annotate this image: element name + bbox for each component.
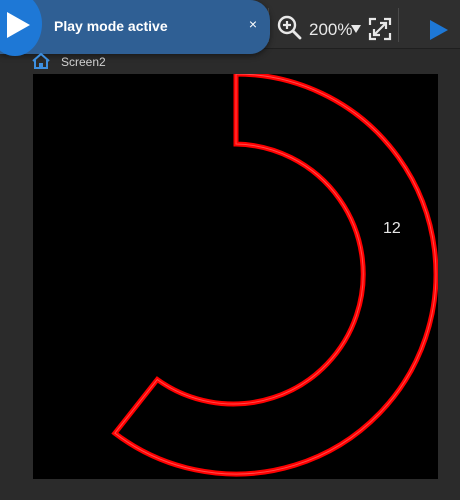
- close-icon[interactable]: ×: [245, 15, 261, 33]
- toast-message: Play mode active: [54, 18, 168, 34]
- gauge-arc: [111, 74, 438, 477]
- play-icon[interactable]: [428, 18, 450, 42]
- design-canvas[interactable]: 12: [33, 74, 438, 479]
- play-mode-toast: Play mode active ×: [0, 0, 270, 56]
- gauge-arc-highlight: [114, 74, 437, 475]
- play-icon: [7, 12, 30, 38]
- gauge-widget: [111, 74, 438, 477]
- toolbar-divider: [398, 8, 399, 42]
- gauge-value-label: 12: [383, 220, 401, 237]
- editor-window: 200% Play mode active × Screen2 12: [0, 0, 460, 500]
- zoom-level[interactable]: 200%: [309, 20, 352, 40]
- fit-screen-icon[interactable]: [368, 17, 392, 41]
- home-icon[interactable]: [32, 53, 50, 69]
- breadcrumb-screen[interactable]: Screen2: [61, 55, 106, 69]
- caret-down-icon[interactable]: [350, 24, 362, 34]
- zoom-in-icon[interactable]: [276, 14, 302, 40]
